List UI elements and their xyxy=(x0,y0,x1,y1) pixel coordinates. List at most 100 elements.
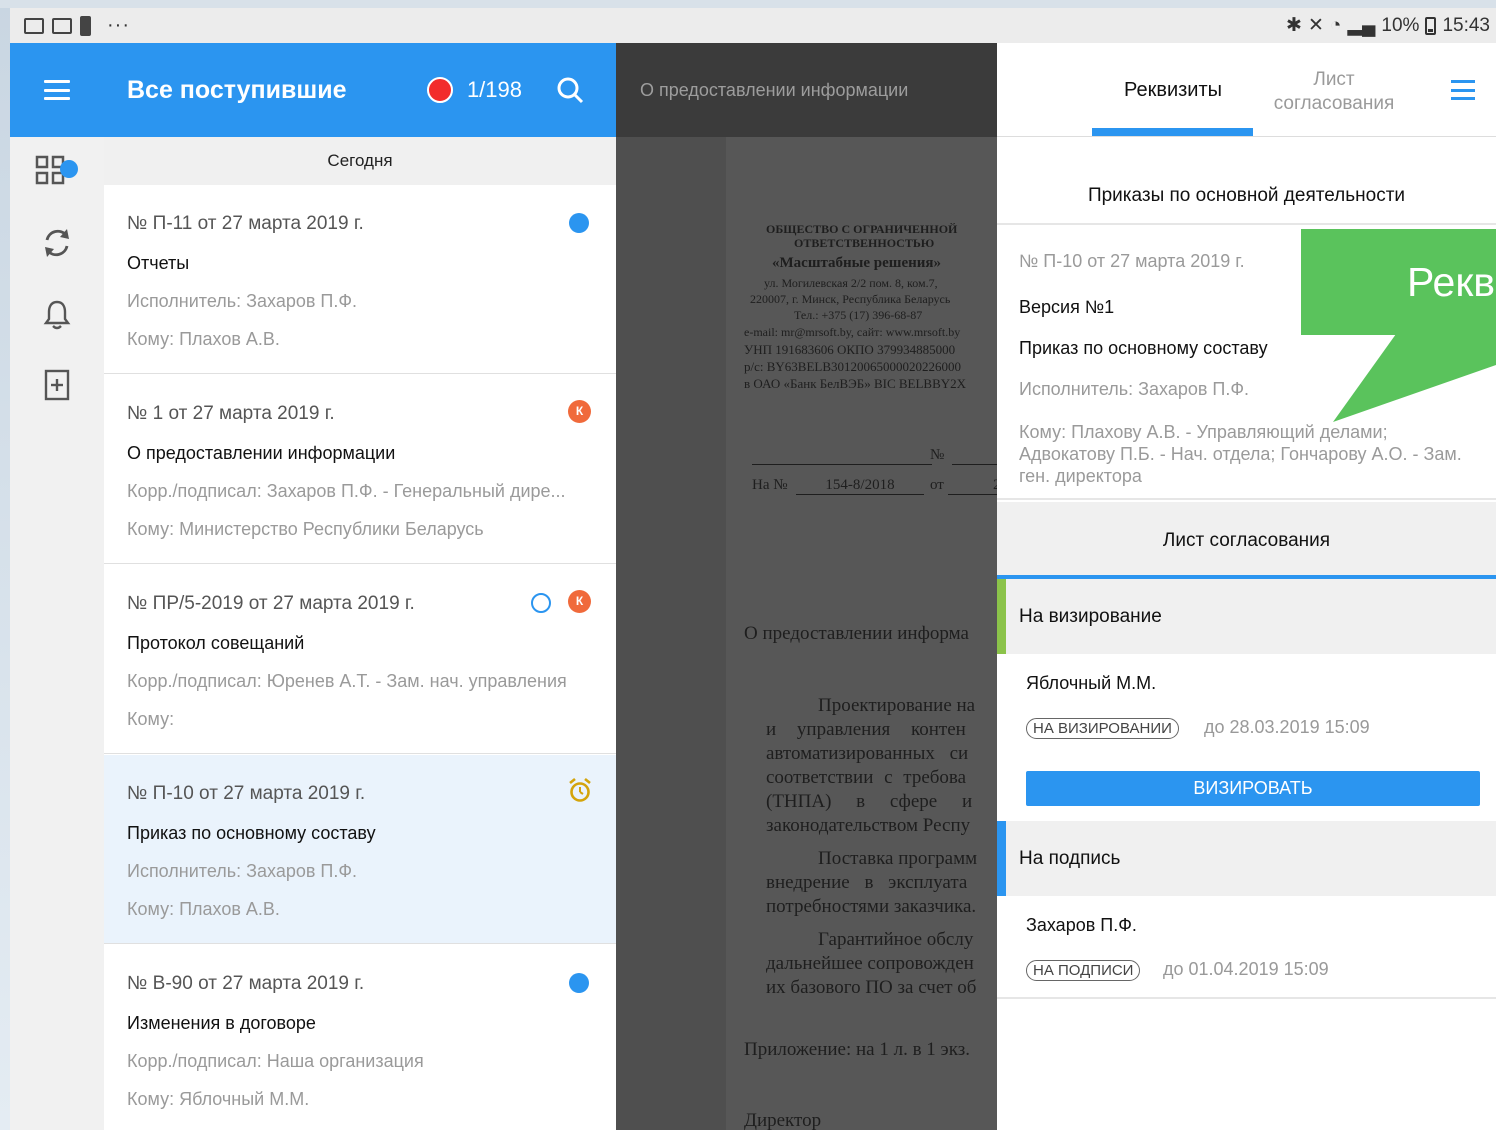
ref-date: 28 xyxy=(948,477,997,495)
document-subject: Изменения в договоре xyxy=(127,1013,316,1033)
document-page: ОБЩЕСТВО С ОГРАНИЧЕННОЙ ОТВЕТСТВЕННОСТЬЮ… xyxy=(726,137,997,1130)
org-account: р/с: BY63BELB30120065000020226000 xyxy=(744,359,962,374)
battery-icon xyxy=(1425,16,1437,35)
stage-person: Яблочный М.М. xyxy=(1026,673,1157,693)
section-header: Сегодня xyxy=(104,137,616,185)
unread-dot-icon xyxy=(569,213,589,233)
stage-deadline: до 28.03.2019 15:09 xyxy=(1204,717,1370,737)
attachment-note: Приложение: на 1 л. в 1 экз. xyxy=(744,1039,970,1060)
document-recipient: Кому: Министерство Республики Беларусь xyxy=(127,519,484,539)
stage-color-stripe xyxy=(997,579,1006,654)
rail-item-create[interactable] xyxy=(10,365,104,405)
document-category: Приказы по основной деятельности xyxy=(1087,185,1406,206)
number-line xyxy=(952,464,997,465)
control-badge-icon: К xyxy=(568,400,591,423)
approval-header: Лист согласования xyxy=(997,502,1496,575)
signature-title: Директор xyxy=(744,1110,822,1130)
body-line: Поставка программ xyxy=(818,848,978,869)
document-executor: Исполнитель: Захаров П.Ф. xyxy=(127,291,358,311)
gallery-icon xyxy=(24,17,44,34)
stage-title: На подпись xyxy=(1019,848,1121,869)
page-title: Все поступившие xyxy=(127,75,347,104)
body-line: внедрение в эксплуата xyxy=(766,872,968,893)
rail-item-sync[interactable] xyxy=(10,223,104,263)
org-title: «Масштабные решения» xyxy=(772,255,942,271)
document-recipient: Кому: Плахов А.В. xyxy=(127,899,280,919)
stage-color-stripe xyxy=(997,821,1006,896)
details-panel: Реквизиты Лист согласования Приказы по о… xyxy=(997,43,1496,1130)
clock: 15:43 xyxy=(1442,14,1490,36)
req-subject: Приказ по основному составу xyxy=(1019,338,1268,358)
document-subject: Протокол совещаний xyxy=(127,633,305,653)
req-recipients: Кому: Плахову А.В. - Управляющий делами;… xyxy=(1019,422,1462,486)
grid-icon xyxy=(35,155,78,185)
approve-button[interactable]: ВИЗИРОВАТЬ xyxy=(1026,771,1480,806)
tab-requisites[interactable]: Реквизиты xyxy=(1092,43,1254,137)
body-line: потребностями заказчика. xyxy=(766,896,977,917)
document-correspondent: Корр./подписал: Захаров П.Ф. - Генеральн… xyxy=(127,481,566,501)
document-subject: О предоставлении информации xyxy=(127,443,396,463)
org-name: ОБЩЕСТВО С ОГРАНИЧЕННОЙ xyxy=(766,222,958,236)
req-version: Версия №1 xyxy=(1019,297,1115,317)
stage-deadline: до 01.04.2019 15:09 xyxy=(1163,959,1329,979)
stage-title: На визирование xyxy=(1019,606,1162,627)
panel-menu-icon[interactable] xyxy=(1451,80,1475,100)
org-address: ул. Могилевская 2/2 пом. 8, ком.7, xyxy=(764,276,938,290)
date-line xyxy=(752,464,932,465)
add-document-icon xyxy=(44,369,70,401)
number-mark: № xyxy=(930,447,945,463)
rail-item-dashboard[interactable] xyxy=(10,151,104,191)
alarm-clock-icon xyxy=(569,777,591,802)
list-item[interactable]: № 1 от 27 марта 2019 г. О предоставлении… xyxy=(104,375,616,564)
document-number: № П-10 от 27 марта 2019 г. xyxy=(127,783,366,804)
alert-dot-icon[interactable] xyxy=(426,77,453,103)
document-list: Сегодня № П-11 от 27 марта 2019 г. Отчет… xyxy=(104,43,616,1130)
control-badge-icon: К xyxy=(568,590,591,613)
org-name: ОТВЕТСТВЕННОСТЬЮ xyxy=(794,236,935,250)
approval-title: Лист согласования xyxy=(1162,530,1331,551)
signal-icon: ▂▄ xyxy=(1347,15,1376,36)
stage-person: Захаров П.Ф. xyxy=(1026,915,1137,935)
list-item[interactable]: № П-11 от 27 марта 2019 г. Отчеты Исполн… xyxy=(104,185,616,374)
mute-icon: ✕ xyxy=(1307,15,1324,36)
status-badge: НА ВИЗИРОВАНИИ xyxy=(1026,718,1179,739)
tutorial-callout: Рекв xyxy=(1301,229,1496,335)
battery-percent: 10% xyxy=(1381,14,1420,36)
org-email: e-mail: mr@mrsoft.by, сайт: www.mrsoft.b… xyxy=(744,325,961,339)
body-line: Гарантийное обслу xyxy=(818,929,974,950)
ref-label: На № xyxy=(752,477,788,493)
status-bar: ··· ✱ ✕ ◔ ▂▄ 10% 15:43 xyxy=(10,8,1496,43)
org-codes: УНП 191683606 ОКПО 379934885000 xyxy=(744,342,956,357)
letter-subject: О предоставлении информа xyxy=(744,623,969,644)
nav-rail xyxy=(10,43,104,1130)
bell-icon xyxy=(43,300,71,330)
document-correspondent: Корр./подписал: Наша организация xyxy=(127,1051,424,1071)
document-preview[interactable]: ОБЩЕСТВО С ОГРАНИЧЕННОЙ ОТВЕТСТВЕННОСТЬЮ… xyxy=(616,137,997,1130)
menu-button[interactable] xyxy=(10,43,104,137)
org-phone: Тел.: +375 (17) 396-68-87 xyxy=(794,308,923,322)
document-number: № П-11 от 27 марта 2019 г. xyxy=(127,213,364,234)
unread-dot-icon xyxy=(569,973,589,993)
org-address: 220007, г. Минск, Республика Беларусь xyxy=(750,292,951,306)
body-line: Проектирование на xyxy=(818,695,976,716)
document-number: № ПР/5-2019 от 27 марта 2019 г. xyxy=(127,593,415,614)
rail-item-notifications[interactable] xyxy=(10,295,104,335)
bluetooth-icon: ✱ xyxy=(1286,15,1302,36)
document-recipient: Кому: xyxy=(127,709,175,729)
req-executor: Исполнитель: Захаров П.Ф. xyxy=(1019,379,1250,399)
document-subject: Приказ по основному составу xyxy=(127,823,376,843)
tab-approval-sheet[interactable]: Лист согласования xyxy=(1255,68,1413,116)
document-executor: Исполнитель: Захаров П.Ф. xyxy=(127,861,358,881)
hamburger-icon xyxy=(44,80,70,100)
list-item[interactable]: № В-90 от 27 марта 2019 г. Изменения в д… xyxy=(104,945,616,1130)
details-tabs: Реквизиты Лист согласования xyxy=(997,43,1496,137)
ref-number: 154-8/2018 xyxy=(796,477,924,495)
stage-header: На подпись xyxy=(997,821,1496,896)
body-line: их базового ПО за счет об xyxy=(766,977,977,998)
document-number: № В-90 от 27 марта 2019 г. xyxy=(127,973,365,994)
list-item[interactable]: № ПР/5-2019 от 27 марта 2019 г. Протокол… xyxy=(104,565,616,754)
sync-icon xyxy=(45,229,69,257)
org-bank: в ОАО «Банк БелВЭБ» BIC BELBBY2X xyxy=(744,376,967,391)
search-icon[interactable] xyxy=(556,76,584,104)
list-item-selected[interactable]: № П-10 от 27 марта 2019 г. Приказ по осн… xyxy=(104,755,616,944)
